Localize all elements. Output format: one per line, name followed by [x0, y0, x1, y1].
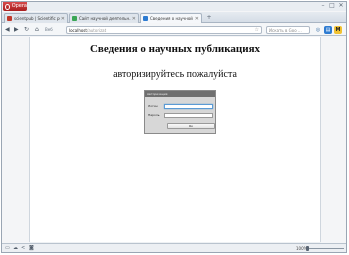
tab-label: scientpub | Scientific pu...: [14, 16, 60, 21]
password-label: Пароль: [148, 113, 160, 117]
new-tab-button[interactable]: +: [205, 14, 213, 21]
mail-icon[interactable]: M: [334, 26, 342, 34]
forward-icon[interactable]: ▶: [14, 26, 19, 34]
turbo-icon[interactable]: ◎: [314, 26, 322, 34]
tab-science-site[interactable]: Сайт научной деятельн... ✕: [69, 13, 139, 23]
tab-scientpub[interactable]: scientpub | Scientific pu... ✕: [4, 13, 68, 23]
title-bar: Opera – □ ✕: [2, 2, 346, 11]
password-row: Пароль: [148, 112, 213, 118]
password-input[interactable]: [164, 112, 213, 118]
opera-menu-label: Opera: [11, 3, 27, 9]
minimize-icon[interactable]: –: [320, 3, 326, 9]
speed-dial-button[interactable]: Веб: [45, 26, 53, 34]
page-title: Сведения о научных публикациях: [89, 43, 261, 55]
login-input[interactable]: [164, 103, 213, 109]
browser-window: Opera – □ ✕ scientpub | Scientific pu...…: [1, 1, 347, 253]
page-content: Сведения о научных публикациях авторизир…: [29, 37, 321, 242]
tab-close-icon[interactable]: ✕: [61, 16, 65, 22]
submit-button[interactable]: Ок: [167, 123, 215, 129]
address-bar[interactable]: localhost/autorizat ☆: [66, 26, 262, 34]
zoom-slider[interactable]: [306, 246, 344, 251]
navigation-bar: ◀ ▶ ↻ ⌂ Веб localhost/autorizat ☆ Искать…: [2, 24, 346, 36]
login-dialog-header: Авторизация: [145, 91, 215, 97]
camera-icon[interactable]: ◙: [29, 245, 34, 252]
login-row: Логин: [148, 103, 213, 109]
search-input[interactable]: Искать в Goo ...: [266, 26, 310, 34]
login-label: Логин: [148, 104, 158, 108]
reload-icon[interactable]: ↻: [24, 26, 29, 34]
tab-favicon-icon: [72, 16, 77, 21]
tab-publications[interactable]: Сведения о научной ра... ✕: [140, 13, 202, 23]
panel-icon[interactable]: ▤: [324, 26, 332, 34]
back-icon[interactable]: ◀: [5, 26, 10, 34]
panel-toggle-icon[interactable]: ▭: [5, 245, 10, 252]
window-controls: – □ ✕: [320, 3, 344, 9]
tab-favicon-icon: [7, 16, 12, 21]
tab-label: Сведения о научной ра...: [150, 16, 194, 21]
share-icon[interactable]: <: [21, 245, 25, 252]
opera-menu-button[interactable]: Opera: [3, 2, 27, 11]
tab-close-icon[interactable]: ✕: [195, 16, 199, 22]
home-icon[interactable]: ⌂: [35, 26, 39, 34]
login-dialog: Авторизация Логин Пароль Ок: [144, 90, 216, 134]
zoom-slider-handle[interactable]: [306, 246, 309, 251]
bookmark-star-icon[interactable]: ☆: [255, 27, 259, 34]
tab-label: Сайт научной деятельн...: [79, 16, 131, 21]
url-host: localhost: [69, 28, 87, 33]
tab-close-icon[interactable]: ✕: [132, 16, 136, 22]
opera-logo-icon: [5, 3, 10, 10]
tab-bar: scientpub | Scientific pu... ✕ Сайт науч…: [2, 12, 346, 23]
close-window-icon[interactable]: ✕: [338, 3, 344, 9]
maximize-icon[interactable]: □: [329, 3, 335, 9]
cloud-icon[interactable]: ☁: [13, 245, 18, 252]
tab-favicon-icon: [143, 16, 148, 21]
status-bar: ▭ ☁ < ◙ 100%: [2, 243, 346, 252]
url-path: /autorizat: [86, 28, 107, 33]
page-subtitle: авторизируйтесь пожалуйста: [113, 69, 237, 80]
